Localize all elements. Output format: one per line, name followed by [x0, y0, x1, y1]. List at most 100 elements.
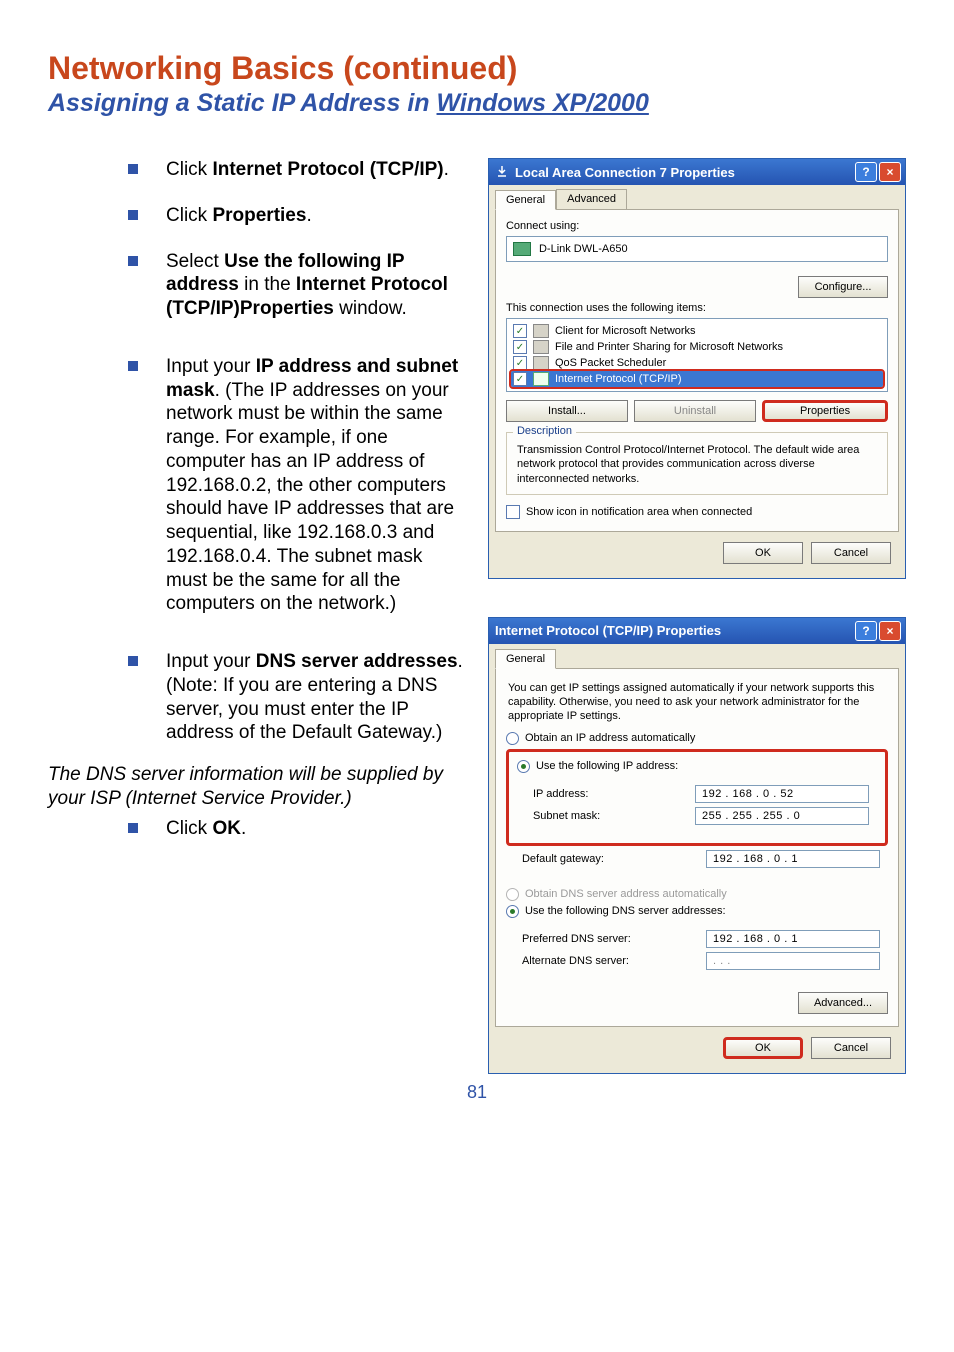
ok-button[interactable]: OK	[723, 542, 803, 564]
tab-general[interactable]: General	[495, 190, 556, 210]
install-uninstall-properties-row: Install... Uninstall Properties	[506, 400, 888, 422]
text: in the	[239, 274, 296, 295]
preferred-dns-row: Preferred DNS server: 192 . 168 . 0 . 1	[522, 930, 880, 948]
list-item[interactable]: ✓ Client for Microsoft Networks	[511, 323, 883, 339]
checkbox-icon[interactable]: ✓	[513, 372, 527, 386]
dialogs-column: Local Area Connection 7 Properties ? × G…	[488, 158, 906, 1074]
list-item[interactable]: ✓ File and Printer Sharing for Microsoft…	[511, 339, 883, 355]
radio-use-dns[interactable]: Use the following DNS server addresses:	[506, 905, 888, 918]
page-heading: Networking Basics (continued)	[48, 50, 906, 87]
description-group: Description Transmission Control Protoco…	[506, 432, 888, 495]
protocol-icon	[533, 372, 549, 386]
dialog-titlebar[interactable]: Local Area Connection 7 Properties ? ×	[489, 159, 905, 185]
dialog-button-row: OK Cancel	[495, 1027, 899, 1067]
preferred-dns-input[interactable]: 192 . 168 . 0 . 1	[706, 930, 880, 948]
alternate-dns-input[interactable]: . . .	[706, 952, 880, 970]
bullet-icon	[128, 823, 138, 833]
instruction-text: Input your DNS server addresses. (Note: …	[166, 650, 476, 745]
bullet-icon	[128, 656, 138, 666]
radio-label: Obtain DNS server address automatically	[525, 888, 727, 900]
checkbox-icon[interactable]: ✓	[513, 340, 527, 354]
show-icon-checkbox-row[interactable]: Show icon in notification area when conn…	[506, 505, 888, 519]
cancel-button[interactable]: Cancel	[811, 1037, 891, 1059]
item-label: File and Printer Sharing for Microsoft N…	[555, 341, 783, 353]
ok-button[interactable]: OK	[723, 1037, 803, 1059]
subnet-input[interactable]: 255 . 255 . 255 . 0	[695, 807, 869, 825]
items-listbox[interactable]: ✓ Client for Microsoft Networks ✓ File a…	[506, 318, 888, 392]
list-item-tcpip[interactable]: ✓ Internet Protocol (TCP/IP)	[511, 371, 883, 387]
close-button[interactable]: ×	[879, 162, 901, 182]
radio-use-ip[interactable]: Use the following IP address:	[517, 760, 877, 773]
instruction-item: Click OK.	[48, 817, 476, 841]
adapter-icon	[513, 242, 531, 256]
description-label: Description	[513, 425, 576, 437]
ip-address-input[interactable]: 192 . 168 . 0 . 52	[695, 785, 869, 803]
dialog-title: Local Area Connection 7 Properties	[515, 165, 735, 180]
cancel-button[interactable]: Cancel	[811, 542, 891, 564]
text: window.	[334, 298, 407, 319]
item-label: Client for Microsoft Networks	[555, 325, 696, 337]
instruction-text: Input your IP address and subnet mask. (…	[166, 355, 476, 616]
gateway-input[interactable]: 192 . 168 . 0 . 1	[706, 850, 880, 868]
checkbox-icon[interactable]: ✓	[513, 356, 527, 370]
checkbox-icon[interactable]	[506, 505, 520, 519]
text: Click	[166, 818, 212, 839]
install-button[interactable]: Install...	[506, 400, 628, 422]
instructions-column: Click Internet Protocol (TCP/IP). Click …	[48, 158, 488, 840]
bullet-icon	[128, 361, 138, 371]
ip-fields: IP address: 192 . 168 . 0 . 52 Subnet ma…	[517, 777, 877, 835]
uninstall-button: Uninstall	[634, 400, 756, 422]
text: Input your	[166, 356, 256, 377]
ip-label: IP address:	[533, 788, 588, 800]
connection-icon	[495, 165, 509, 179]
properties-button[interactable]: Properties	[762, 400, 888, 422]
configure-button[interactable]: Configure...	[798, 276, 888, 298]
tab-strip: General	[495, 648, 899, 669]
ip-address-row: IP address: 192 . 168 . 0 . 52	[533, 785, 869, 803]
subnet-row: Subnet mask: 255 . 255 . 255 . 0	[533, 807, 869, 825]
dialog-title: Internet Protocol (TCP/IP) Properties	[495, 623, 721, 638]
advanced-button[interactable]: Advanced...	[798, 992, 888, 1014]
bullet-icon	[128, 164, 138, 174]
list-item[interactable]: ✓ QoS Packet Scheduler	[511, 355, 883, 371]
page-number: 81	[48, 1082, 906, 1103]
tab-advanced[interactable]: Advanced	[556, 189, 627, 209]
text: Input your	[166, 651, 256, 672]
gateway-row: Default gateway: 192 . 168 . 0 . 1	[522, 850, 880, 868]
tab-general[interactable]: General	[495, 649, 556, 669]
tab-panel: Connect using: D-Link DWL-A650 Configure…	[495, 210, 899, 532]
help-button[interactable]: ?	[855, 621, 877, 641]
service-icon	[533, 340, 549, 354]
item-label: Internet Protocol (TCP/IP)	[555, 373, 682, 385]
instruction-text: Click Internet Protocol (TCP/IP).	[166, 158, 476, 182]
radio-icon[interactable]	[506, 732, 519, 745]
radio-icon[interactable]	[517, 760, 530, 773]
intro-text: You can get IP settings assigned automat…	[506, 681, 888, 724]
text: . (The IP addresses on your network must…	[166, 380, 454, 615]
bullet-icon	[128, 210, 138, 220]
dns-note: The DNS server information will be suppl…	[48, 763, 476, 811]
radio-obtain-ip[interactable]: Obtain an IP address automatically	[506, 732, 888, 745]
radio-icon[interactable]	[506, 905, 519, 918]
instruction-item: Input your IP address and subnet mask. (…	[48, 355, 476, 616]
connect-using-label: Connect using:	[506, 220, 888, 232]
show-icon-label: Show icon in notification area when conn…	[526, 506, 752, 518]
text: .	[444, 159, 449, 180]
dialog-button-row: OK Cancel	[495, 532, 899, 572]
dialog-tcpip-properties: Internet Protocol (TCP/IP) Properties ? …	[488, 617, 906, 1074]
subheading-prefix: Assigning a Static IP Address in	[48, 89, 437, 117]
text: .	[306, 205, 311, 226]
gateway-row-wrap: Default gateway: 192 . 168 . 0 . 1	[506, 850, 888, 878]
dialog-titlebar[interactable]: Internet Protocol (TCP/IP) Properties ? …	[489, 618, 905, 644]
text: .	[241, 818, 246, 839]
close-button[interactable]: ×	[879, 621, 901, 641]
checkbox-icon[interactable]: ✓	[513, 324, 527, 338]
radio-icon	[506, 888, 519, 901]
text-bold: Internet Protocol (TCP/IP)	[212, 159, 443, 180]
tab-panel: You can get IP settings assigned automat…	[495, 669, 899, 1027]
text-bold: OK	[212, 818, 241, 839]
radio-label: Use the following IP address:	[536, 760, 678, 772]
instruction-text: Click OK.	[166, 817, 476, 841]
help-button[interactable]: ?	[855, 162, 877, 182]
text-bold: Properties	[212, 205, 306, 226]
